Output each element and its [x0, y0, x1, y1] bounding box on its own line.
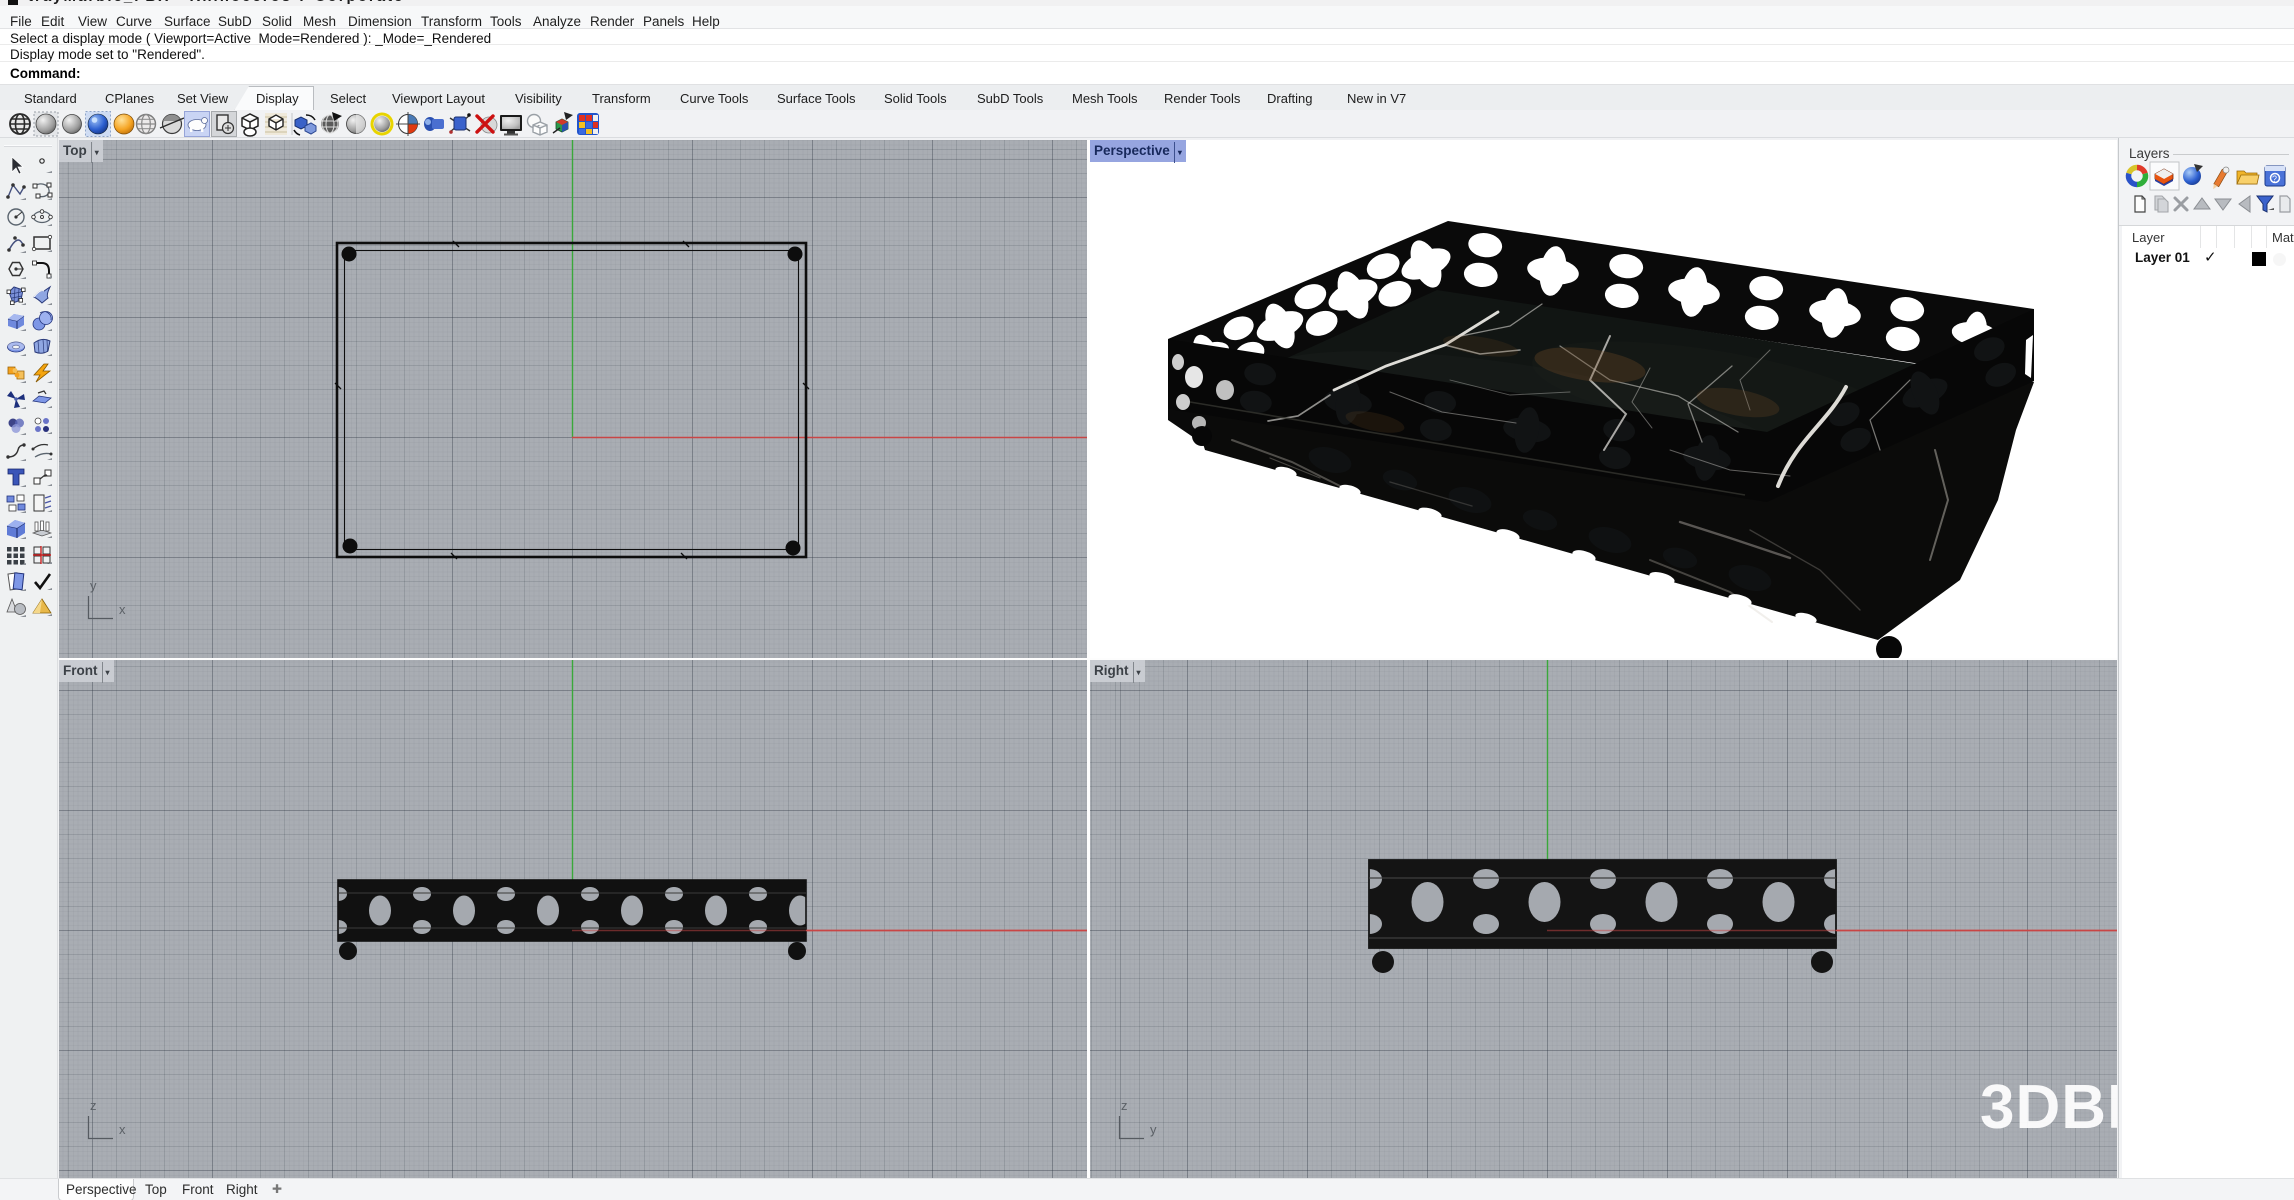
- svg-text:?: ?: [2272, 174, 2277, 184]
